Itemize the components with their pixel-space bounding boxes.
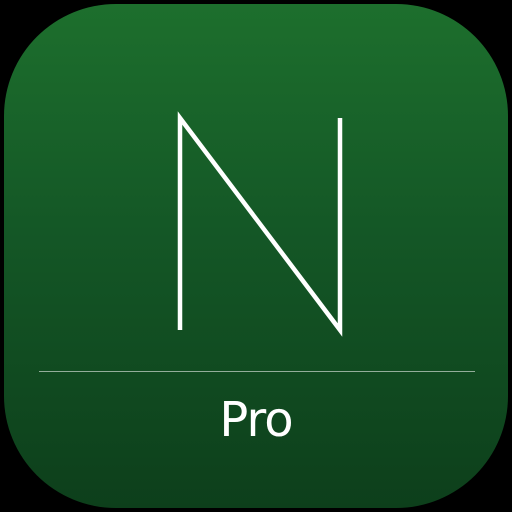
app-icon[interactable]: N Pro bbox=[4, 4, 508, 508]
screen: N Pro bbox=[0, 0, 512, 512]
pro-label: Pro bbox=[219, 392, 293, 448]
divider-line bbox=[39, 371, 475, 372]
